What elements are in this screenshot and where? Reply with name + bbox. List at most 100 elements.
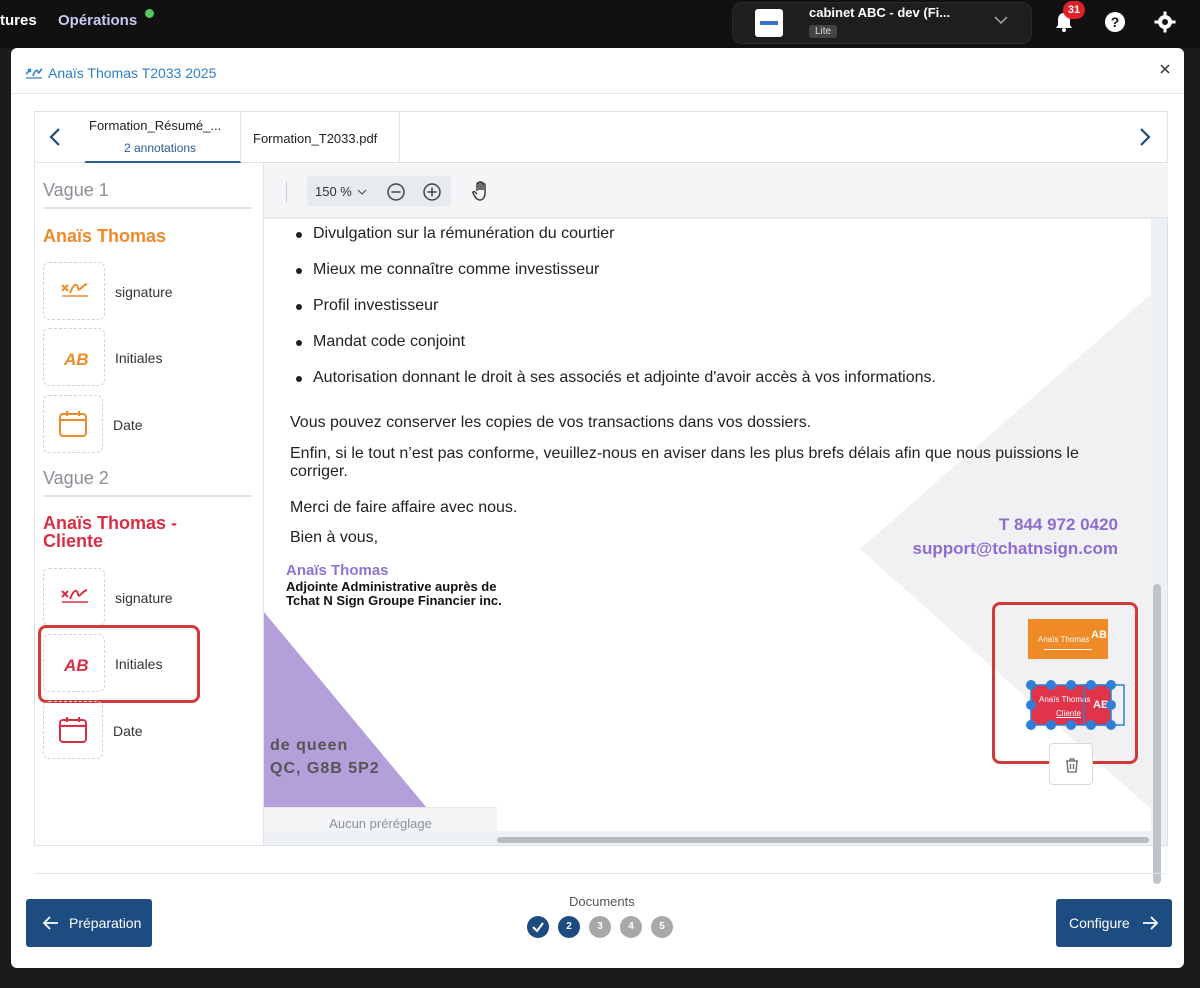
field-date-wave1[interactable]: Date	[43, 395, 243, 457]
address-line: QC, G8B 5P2	[270, 760, 380, 777]
contact-phone: T 844 972 0420	[998, 515, 1118, 534]
signature-icon	[61, 283, 88, 297]
divider	[43, 207, 252, 209]
signer-role-line: Tchat N Sign Groupe Financier inc.	[286, 593, 502, 608]
modal-header: Anaïs Thomas T2033 2025	[11, 48, 1184, 94]
step-2-current[interactable]: 2	[558, 916, 580, 938]
status-dot	[145, 9, 154, 18]
tab-title: Formation_T2033.pdf	[253, 131, 378, 146]
wave-1-label: Vague 1	[43, 180, 109, 200]
horizontal-scrollbar[interactable]	[497, 837, 1149, 843]
close-icon[interactable]	[1158, 62, 1172, 76]
hand-pan-icon[interactable]	[470, 180, 492, 202]
chevron-left-icon[interactable]	[45, 126, 65, 148]
divider	[286, 181, 287, 203]
initials-annotation-wave1[interactable]: Anaïs Thomas AB	[1028, 619, 1108, 659]
step-1-done[interactable]	[527, 916, 549, 938]
nav-item-truncated[interactable]: tures	[0, 12, 37, 29]
field-label: Date	[113, 417, 143, 433]
trash-icon	[1066, 758, 1078, 773]
signer-name: Anaïs Thomas	[286, 562, 389, 579]
top-bar: tures Opérations cabinet ABC - dev (Fi..…	[0, 0, 1200, 48]
zoom-controls: 150 %	[307, 176, 451, 206]
tab-formation-t2033[interactable]: Formation_T2033.pdf	[242, 112, 400, 163]
list-item: Profil investisseur	[294, 297, 936, 333]
field-date-wave2[interactable]: Date	[43, 701, 243, 763]
step-5[interactable]: 5	[651, 916, 673, 938]
tab-formation-resume[interactable]: Formation_Résumé_... 2 annotations	[85, 112, 241, 163]
next-step-button[interactable]: Configure	[1056, 899, 1172, 947]
nav-item-operations[interactable]: Opérations	[58, 12, 137, 29]
list-item: Mandat code conjoint	[294, 333, 936, 369]
wave-2-label: Vague 2	[43, 468, 109, 488]
list-item: Divulgation sur la rémunération du court…	[294, 225, 936, 261]
divider	[43, 495, 252, 497]
step-4[interactable]: 4	[620, 916, 642, 938]
field-label: signature	[115, 284, 173, 300]
modal-title: Anaïs Thomas T2033 2025	[48, 65, 217, 81]
signature-icon	[25, 68, 43, 79]
calendar-icon	[59, 411, 87, 437]
button-label: Préparation	[69, 915, 142, 931]
signer-role-line: Adjointe Administrative auprès de	[286, 579, 497, 594]
zoom-select[interactable]: 150 %	[315, 184, 352, 199]
document-paragraph: Vous pouvez conserver les copies de vos …	[290, 414, 812, 431]
notification-count-badge: 31	[1063, 1, 1085, 19]
field-label: signature	[115, 590, 173, 606]
field-label: Date	[113, 723, 143, 739]
zoom-in-icon[interactable]	[422, 182, 442, 202]
vertical-scrollbar[interactable]	[1153, 584, 1161, 884]
wave-1-signer: Anaïs Thomas	[43, 226, 167, 246]
preset-label[interactable]: Aucun préréglage	[264, 807, 497, 831]
annotation-name: Anaïs Thomas	[1038, 635, 1090, 644]
annotation-underline	[1044, 649, 1092, 650]
documents-stepper-label: Documents	[569, 894, 635, 909]
field-initials-wave1[interactable]: AB Initiales	[43, 328, 243, 390]
document-paragraph: Enfin, si le tout n’est pas conforme, ve…	[290, 445, 1079, 480]
pdf-viewer: 150 % Divulgation sur la rémunération du…	[264, 164, 1168, 884]
account-switcher[interactable]: cabinet ABC - dev (Fi... Lite	[732, 2, 1032, 44]
chevron-down-icon	[994, 16, 1008, 25]
previous-step-button[interactable]: Préparation	[26, 899, 152, 947]
field-icon-box	[43, 701, 103, 759]
step-3[interactable]: 3	[589, 916, 611, 938]
field-signature-wave1[interactable]: signature	[43, 262, 243, 324]
highlight-frame	[38, 625, 200, 703]
list-item: Autorisation donnant le droit à ses asso…	[294, 369, 936, 405]
wave-2-signer: Anaïs Thomas - Cliente	[43, 513, 178, 551]
account-name: cabinet ABC - dev (Fi...	[809, 5, 951, 20]
initials-icon: AB	[63, 350, 89, 369]
chevron-right-icon[interactable]	[1135, 126, 1155, 148]
help-icon[interactable]: ?	[1103, 10, 1127, 34]
fields-sidebar: Vague 1 Anaïs Thomas signature AB Initia…	[34, 164, 264, 846]
field-signature-wave2[interactable]: signature	[43, 568, 243, 630]
field-icon-box	[43, 262, 105, 320]
viewer-toolbar: 150 %	[264, 164, 1168, 218]
signer-role: Adjointe Administrative auprès de Tchat …	[286, 580, 502, 608]
list-item: Mieux me connaître comme investisseur	[294, 261, 936, 297]
document-bullet-list: Divulgation sur la rémunération du court…	[294, 225, 936, 405]
svg-text:?: ?	[1111, 14, 1120, 30]
address-line: de queen	[270, 737, 349, 754]
zoom-out-icon[interactable]	[386, 182, 406, 202]
svg-text:AB: AB	[63, 350, 89, 369]
divider	[34, 873, 1168, 874]
signature-icon	[61, 589, 88, 603]
calendar-icon	[59, 717, 87, 743]
resize-handles[interactable]	[1024, 678, 1128, 734]
gear-icon[interactable]	[1153, 10, 1177, 34]
account-logo	[755, 9, 783, 37]
chevron-down-icon	[357, 189, 367, 195]
field-label: Initiales	[115, 350, 163, 366]
tab-title: Formation_Résumé_...	[89, 118, 222, 133]
field-icon-box	[43, 568, 105, 626]
account-plan-badge: Lite	[809, 25, 838, 38]
annotation-mark: AB	[1091, 629, 1107, 641]
field-icon-box	[43, 395, 103, 453]
tab-annotations-count: 2 annotations	[124, 141, 197, 155]
arrow-left-icon	[42, 916, 58, 930]
document-tabs: Formation_Résumé_... 2 annotations Forma…	[34, 111, 1168, 163]
document-page: Divulgation sur la rémunération du court…	[264, 219, 1151, 831]
field-icon-box: AB	[43, 328, 105, 386]
delete-annotation-button[interactable]	[1049, 743, 1093, 785]
